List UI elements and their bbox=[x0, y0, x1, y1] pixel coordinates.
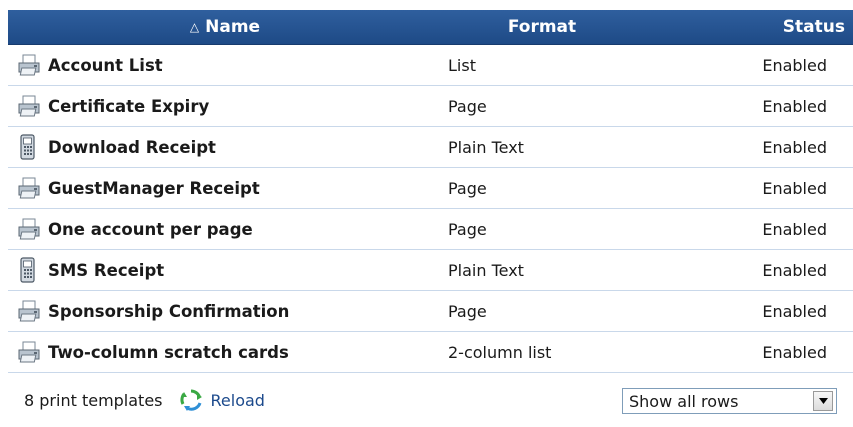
template-format: Plain Text bbox=[448, 137, 524, 157]
printer-icon bbox=[16, 215, 42, 243]
template-name-cell[interactable]: Download Receipt bbox=[8, 133, 442, 161]
table-row[interactable]: Certificate Expiry Page Enabled bbox=[8, 86, 853, 127]
template-count: 8 print templates bbox=[24, 390, 163, 410]
template-name: Download Receipt bbox=[48, 137, 216, 157]
template-name-cell[interactable]: Sponsorship Confirmation bbox=[8, 297, 442, 325]
table-row[interactable]: Download Receipt Plain Text Enabled bbox=[8, 127, 853, 168]
template-name: SMS Receipt bbox=[48, 260, 165, 280]
printer-icon bbox=[16, 297, 42, 325]
status-column-header[interactable]: Status bbox=[642, 17, 853, 37]
rows-per-page-select[interactable]: Show all rows bbox=[622, 388, 837, 414]
template-name: Account List bbox=[48, 55, 163, 75]
phone-icon bbox=[16, 133, 42, 161]
template-format: Page bbox=[448, 219, 487, 239]
table-row[interactable]: SMS Receipt Plain Text Enabled bbox=[8, 250, 853, 291]
template-name-cell[interactable]: Certificate Expiry bbox=[8, 92, 442, 120]
name-column-header[interactable]: △ Name bbox=[8, 17, 442, 37]
template-format: Page bbox=[448, 178, 487, 198]
sort-ascending-icon: △ bbox=[189, 20, 200, 34]
printer-icon bbox=[16, 92, 42, 120]
reload-icon bbox=[179, 389, 202, 411]
printer-icon bbox=[16, 51, 42, 79]
template-status: Enabled bbox=[762, 137, 827, 157]
rows-per-page-value: Show all rows bbox=[629, 391, 739, 411]
template-status: Enabled bbox=[762, 342, 827, 362]
name-header-label: Name bbox=[205, 17, 261, 37]
template-status: Enabled bbox=[762, 219, 827, 239]
template-status: Enabled bbox=[762, 55, 827, 75]
templates-table: △ Name Format Status Account List List Ena… bbox=[8, 10, 853, 427]
reload-button[interactable]: Reload bbox=[179, 388, 265, 412]
printer-icon bbox=[16, 338, 42, 366]
format-column-header[interactable]: Format bbox=[442, 17, 642, 37]
table-row[interactable]: One account per page Page Enabled bbox=[8, 209, 853, 250]
table-footer: 8 print templates Reload Show all rows bbox=[8, 373, 853, 427]
dropdown-arrow-icon[interactable] bbox=[813, 391, 833, 411]
template-format: Page bbox=[448, 96, 487, 116]
template-name: Certificate Expiry bbox=[48, 96, 210, 116]
phone-icon bbox=[16, 256, 42, 284]
template-name: One account per page bbox=[48, 219, 253, 239]
table-row[interactable]: Sponsorship Confirmation Page Enabled bbox=[8, 291, 853, 332]
template-name: Two-column scratch cards bbox=[48, 342, 289, 362]
template-name-cell[interactable]: Account List bbox=[8, 51, 442, 79]
template-name: Sponsorship Confirmation bbox=[48, 301, 290, 321]
printer-icon bbox=[16, 174, 42, 202]
template-format: 2-column list bbox=[448, 342, 552, 362]
template-name: GuestManager Receipt bbox=[48, 178, 260, 198]
template-name-cell[interactable]: GuestManager Receipt bbox=[8, 174, 442, 202]
template-name-cell[interactable]: SMS Receipt bbox=[8, 256, 442, 284]
template-status: Enabled bbox=[762, 96, 827, 116]
template-format: Plain Text bbox=[448, 260, 524, 280]
reload-label: Reload bbox=[210, 390, 265, 410]
template-status: Enabled bbox=[762, 301, 827, 321]
table-body: Account List List Enabled Certificate Expir… bbox=[8, 45, 853, 373]
template-format: List bbox=[448, 55, 476, 75]
table-row[interactable]: GuestManager Receipt Page Enabled bbox=[8, 168, 853, 209]
template-format: Page bbox=[448, 301, 487, 321]
template-name-cell[interactable]: One account per page bbox=[8, 215, 442, 243]
table-header: △ Name Format Status bbox=[8, 10, 853, 45]
table-row[interactable]: Account List List Enabled bbox=[8, 45, 853, 86]
template-status: Enabled bbox=[762, 178, 827, 198]
template-name-cell[interactable]: Two-column scratch cards bbox=[8, 338, 442, 366]
table-row[interactable]: Two-column scratch cards 2-column list Ena… bbox=[8, 332, 853, 373]
template-status: Enabled bbox=[762, 260, 827, 280]
